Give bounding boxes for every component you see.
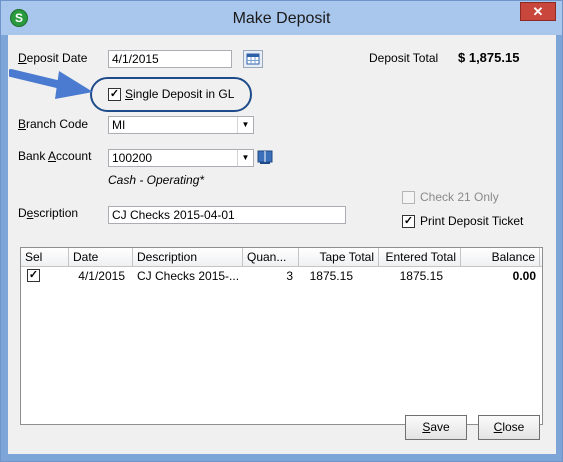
row-select-checkbox[interactable]: ✓ [27, 269, 40, 282]
deposit-date-field[interactable]: 4/1/2015 [108, 50, 232, 68]
column-header-balance[interactable]: Balance [461, 248, 540, 266]
bank-account-label: Bank Account [18, 149, 92, 163]
bank-account-name: Cash - Operating* [108, 173, 205, 187]
branch-code-label: Branch Code [18, 117, 89, 131]
single-deposit-checkbox[interactable]: ✓ [108, 88, 121, 101]
book-icon [257, 150, 273, 164]
print-ticket-label: Print Deposit Ticket [420, 214, 524, 228]
column-header-quantity[interactable]: Quan... [243, 248, 299, 266]
single-deposit-label: Single Deposit in GL [125, 87, 235, 101]
chevron-down-icon[interactable]: ▼ [237, 117, 253, 133]
bank-account-value: 100200 [112, 151, 153, 165]
window-title: Make Deposit [232, 10, 331, 27]
check21-label: Check 21 Only [420, 190, 499, 204]
row-tape-total: 1875.15 [309, 269, 353, 283]
deposit-total-label: Deposit Total [369, 51, 439, 65]
row-balance: 0.00 [512, 269, 536, 283]
print-ticket-checkbox[interactable]: ✓ [402, 215, 415, 228]
bank-account-dropdown[interactable]: 100200 ▼ [108, 149, 254, 167]
column-header-sel[interactable]: Sel [21, 248, 69, 266]
make-deposit-window: S Make Deposit ✕ Deposit Date 4/1/2015 D… [0, 0, 563, 462]
column-header-tape-total[interactable]: Tape Total [299, 248, 379, 266]
row-date: 4/1/2015 [78, 269, 125, 283]
check21-checkbox[interactable] [402, 191, 415, 204]
row-quantity: 3 [286, 269, 293, 283]
calendar-button[interactable] [243, 50, 263, 68]
row-entered-total: 1875.15 [399, 269, 443, 283]
column-header-date[interactable]: Date [69, 248, 133, 266]
pointer-arrow-icon [9, 69, 93, 99]
description-label: Description [18, 206, 79, 220]
branch-code-value: MI [112, 118, 126, 132]
branch-code-dropdown[interactable]: MI ▼ [108, 116, 254, 134]
grid-header: Sel Date Description Quan... Tape Total … [21, 248, 542, 267]
row-description: CJ Checks 2015-... [137, 269, 240, 283]
close-button[interactable]: Close [478, 415, 540, 440]
description-field[interactable]: CJ Checks 2015-04-01 [108, 206, 346, 224]
window-close-button[interactable]: ✕ [520, 2, 556, 21]
column-header-entered-total[interactable]: Entered Total [379, 248, 461, 266]
deposit-total-value: $ 1,875.15 [458, 50, 520, 65]
title-bar[interactable]: S Make Deposit ✕ [1, 1, 562, 35]
save-button[interactable]: Save [405, 415, 467, 440]
calendar-icon [246, 53, 260, 65]
row-select-cell[interactable]: ✓ [21, 267, 69, 285]
account-lookup-button[interactable] [256, 148, 276, 166]
chevron-down-icon[interactable]: ▼ [237, 150, 253, 166]
column-header-description[interactable]: Description [133, 248, 243, 266]
deposit-grid[interactable]: Sel Date Description Quan... Tape Total … [20, 247, 543, 425]
